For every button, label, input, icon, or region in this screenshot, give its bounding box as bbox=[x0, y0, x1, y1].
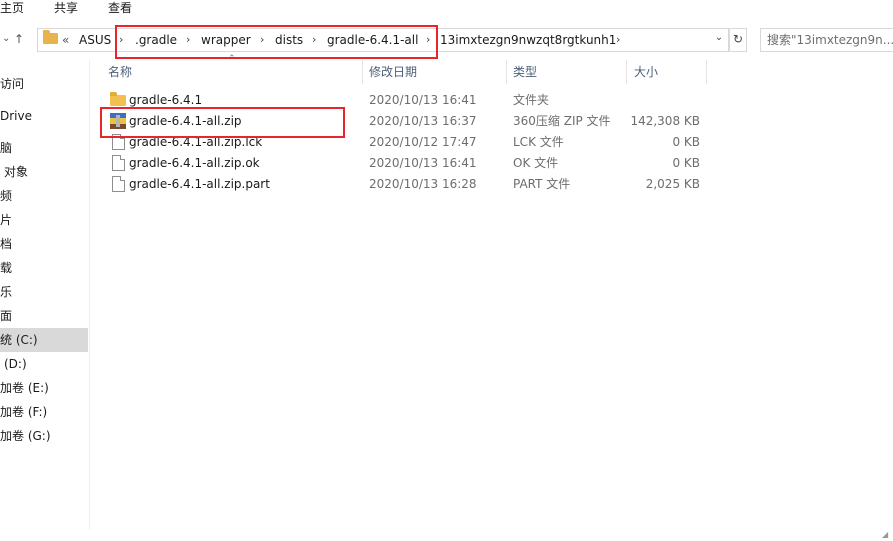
file-size: 2,025 KB bbox=[645, 177, 700, 191]
search-input[interactable]: 搜索"13imxtezgn9n... bbox=[760, 28, 893, 52]
file-date: 2020/10/13 16:37 bbox=[369, 114, 477, 128]
sidebar-item-quick-access[interactable]: 访问 bbox=[0, 72, 88, 96]
sidebar-item-drive-e[interactable]: 加卷 (E:) bbox=[0, 376, 88, 400]
file-row-part[interactable]: gradle-6.4.1-all.zip.part 2020/10/13 16:… bbox=[104, 174, 704, 195]
column-header-date[interactable]: 修改日期 bbox=[369, 60, 417, 84]
sidebar-item-drive-f[interactable]: 加卷 (F:) bbox=[0, 400, 88, 424]
file-size: 0 KB bbox=[672, 156, 700, 170]
column-header-size[interactable]: 大小 bbox=[634, 60, 658, 84]
sidebar-item-desktop[interactable]: 面 bbox=[0, 304, 88, 328]
file-date: 2020/10/13 16:28 bbox=[369, 177, 477, 191]
sidebar-item-downloads[interactable]: 载 bbox=[0, 256, 88, 280]
column-header-type[interactable]: 类型 bbox=[513, 60, 537, 84]
file-type: 文件夹 bbox=[513, 93, 550, 107]
folder-icon bbox=[43, 30, 58, 44]
ribbon-tabs: 主页 共享 查看 bbox=[0, 0, 893, 20]
sidebar-item-pictures[interactable]: 片 bbox=[0, 208, 88, 232]
recent-locations-chevron-icon[interactable]: ⌄ bbox=[2, 31, 10, 47]
sidebar-item-documents[interactable]: 档 bbox=[0, 232, 88, 256]
breadcrumb-highlight bbox=[115, 25, 438, 59]
file-size: 142,308 KB bbox=[630, 114, 700, 128]
file-date: 2020/10/13 16:41 bbox=[369, 93, 477, 107]
sidebar-item-drive-c[interactable]: 统 (C:) bbox=[0, 328, 88, 352]
sidebar-item-3d-objects[interactable]: 对象 bbox=[0, 160, 88, 184]
file-type: OK 文件 bbox=[513, 156, 559, 170]
breadcrumb-overflow[interactable]: « bbox=[62, 32, 69, 48]
file-highlight bbox=[100, 107, 345, 138]
file-date: 2020/10/12 17:47 bbox=[369, 135, 477, 149]
sidebar-item-videos[interactable]: 频 bbox=[0, 184, 88, 208]
tab-share[interactable]: 共享 bbox=[54, 0, 78, 16]
column-divider[interactable] bbox=[706, 60, 707, 84]
sort-arrow-icon: ⌃ bbox=[228, 54, 236, 64]
column-divider[interactable] bbox=[506, 60, 507, 84]
breadcrumb-asus[interactable]: ASUS bbox=[79, 32, 111, 48]
file-icon bbox=[112, 176, 125, 192]
sidebar-item-drive-g[interactable]: 加卷 (G:) bbox=[0, 424, 88, 448]
tab-view[interactable]: 查看 bbox=[108, 0, 132, 16]
column-divider[interactable] bbox=[626, 60, 627, 84]
file-icon bbox=[112, 155, 125, 171]
file-size: 0 KB bbox=[672, 135, 700, 149]
pane-divider[interactable] bbox=[89, 60, 90, 530]
breadcrumb-hash-folder[interactable]: 13imxtezgn9nwzqt8rgtkunh1 bbox=[440, 32, 616, 48]
resize-grip-icon[interactable]: ◢ bbox=[882, 530, 888, 539]
file-date: 2020/10/13 16:41 bbox=[369, 156, 477, 170]
file-type: 360压缩 ZIP 文件 bbox=[513, 114, 611, 128]
sidebar-item-onedrive[interactable]: Drive bbox=[0, 104, 88, 128]
sidebar-item-music[interactable]: 乐 bbox=[0, 280, 88, 304]
sidebar-item-drive-d[interactable]: (D:) bbox=[0, 352, 88, 376]
tab-home[interactable]: 主页 bbox=[0, 0, 24, 16]
breadcrumb-separator-icon[interactable]: › bbox=[616, 32, 620, 48]
refresh-icon[interactable]: ↻ bbox=[729, 28, 747, 52]
file-name: gradle-6.4.1 bbox=[129, 93, 203, 107]
search-placeholder: 搜索"13imxtezgn9n... bbox=[767, 33, 893, 47]
sidebar-item-this-pc[interactable]: 脑 bbox=[0, 136, 88, 160]
file-name: gradle-6.4.1-all.zip.part bbox=[129, 177, 270, 191]
folder-icon bbox=[110, 92, 126, 106]
up-arrow-icon[interactable]: ↑ bbox=[14, 31, 24, 47]
column-divider[interactable] bbox=[362, 60, 363, 84]
navigation-pane: 访问 Drive 脑 对象 频 片 档 载 乐 面 统 (C:) (D:) 加卷… bbox=[0, 60, 88, 530]
file-type: LCK 文件 bbox=[513, 135, 564, 149]
file-row-ok[interactable]: gradle-6.4.1-all.zip.ok 2020/10/13 16:41… bbox=[104, 153, 704, 174]
column-header-name[interactable]: 名称 bbox=[108, 60, 132, 84]
address-dropdown-icon[interactable]: ⌄ bbox=[711, 28, 727, 50]
file-name: gradle-6.4.1-all.zip.ok bbox=[129, 156, 260, 170]
file-type: PART 文件 bbox=[513, 177, 571, 191]
